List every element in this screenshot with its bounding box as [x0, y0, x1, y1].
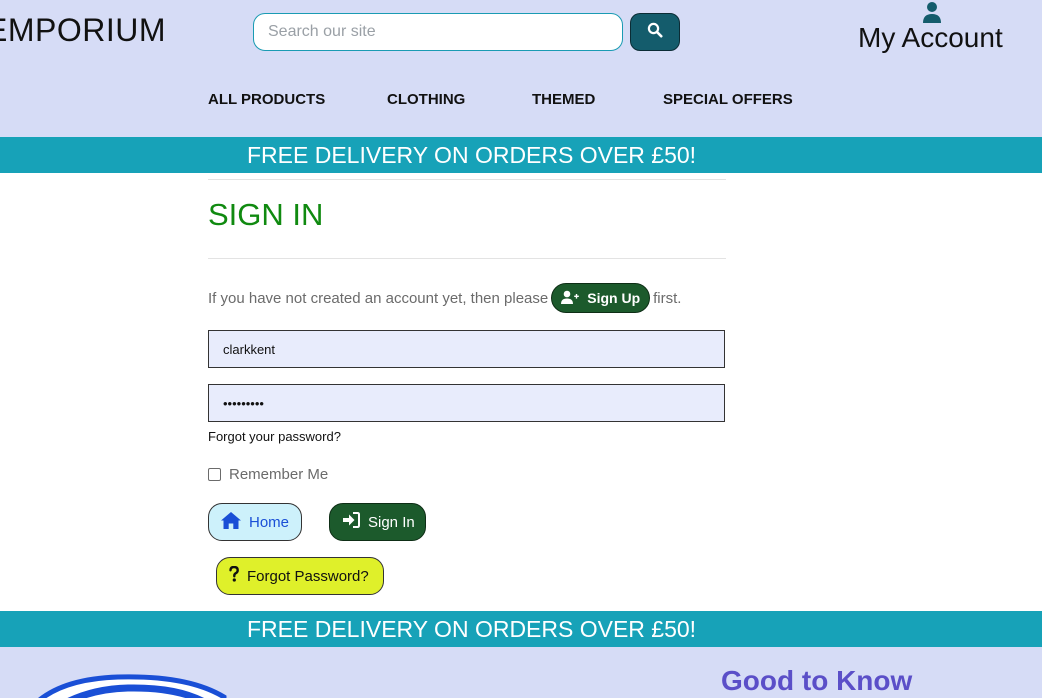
- search-field[interactable]: [253, 13, 623, 51]
- home-icon: [221, 511, 249, 533]
- my-account-label: My Account: [858, 22, 1003, 53]
- forgot-password-button[interactable]: Forgot Password?: [216, 557, 384, 595]
- sign-in-button-label: Sign In: [368, 513, 415, 531]
- signup-prompt-text: If you have not created an account yet, …: [208, 289, 549, 307]
- home-button-label: Home: [249, 513, 290, 531]
- good-to-know-heading: Good to Know: [721, 665, 913, 696]
- search-input[interactable]: [266, 22, 610, 42]
- delivery-banner-top: FREE DELIVERY ON ORDERS OVER £50!: [0, 137, 1042, 173]
- delivery-banner-text: FREE DELIVERY ON ORDERS OVER £50!: [247, 141, 697, 168]
- forgot-password-link[interactable]: Forgot your password?: [208, 429, 341, 444]
- delivery-banner-text: FREE DELIVERY ON ORDERS OVER £50!: [247, 615, 697, 642]
- remember-me-checkbox[interactable]: [208, 468, 221, 481]
- signup-button-label: Sign Up: [587, 290, 641, 306]
- user-plus-icon: [561, 290, 587, 307]
- username-field[interactable]: [208, 330, 725, 368]
- page-title: SIGN IN: [208, 197, 324, 232]
- search-icon: [647, 22, 663, 43]
- remember-me-label: Remember Me: [229, 466, 329, 483]
- site-header: EMPORIUM My Account ALL PRODUCTS CLOTHIN…: [0, 0, 1042, 137]
- nav-item-themed[interactable]: THEMED: [532, 91, 595, 108]
- sign-in-button[interactable]: Sign In: [329, 503, 426, 541]
- nav-item-clothing[interactable]: CLOTHING: [387, 91, 465, 108]
- sign-in-icon: [342, 512, 368, 532]
- forgot-password-button-label: Forgot Password?: [247, 567, 369, 585]
- nav-item-special-offers[interactable]: SPECIAL OFFERS: [663, 91, 793, 108]
- question-icon: [229, 565, 247, 586]
- signin-section: SIGN IN If you have not created an accou…: [208, 179, 726, 595]
- signup-prompt-suffix: first.: [653, 289, 682, 307]
- password-input[interactable]: [221, 394, 712, 412]
- oreo-logo-image: [28, 673, 228, 698]
- search-button[interactable]: [630, 13, 680, 51]
- my-account-link[interactable]: My Account: [858, 0, 1008, 60]
- site-footer: Good to Know: [0, 647, 1042, 698]
- delivery-banner-bottom: FREE DELIVERY ON ORDERS OVER £50!: [0, 611, 1042, 647]
- brand-logo[interactable]: EMPORIUM: [0, 12, 166, 49]
- nav-item-all-products[interactable]: ALL PRODUCTS: [208, 91, 325, 108]
- divider-top: [208, 179, 726, 180]
- signup-button[interactable]: Sign Up: [551, 283, 651, 313]
- remember-me: Remember Me: [208, 466, 328, 483]
- home-button[interactable]: Home: [208, 503, 302, 541]
- main-nav: ALL PRODUCTS CLOTHING THEMED SPECIAL OFF…: [0, 91, 1042, 113]
- divider-bottom: [208, 258, 726, 259]
- signup-prompt: If you have not created an account yet, …: [208, 283, 681, 313]
- username-input[interactable]: [221, 340, 712, 358]
- password-field[interactable]: [208, 384, 725, 422]
